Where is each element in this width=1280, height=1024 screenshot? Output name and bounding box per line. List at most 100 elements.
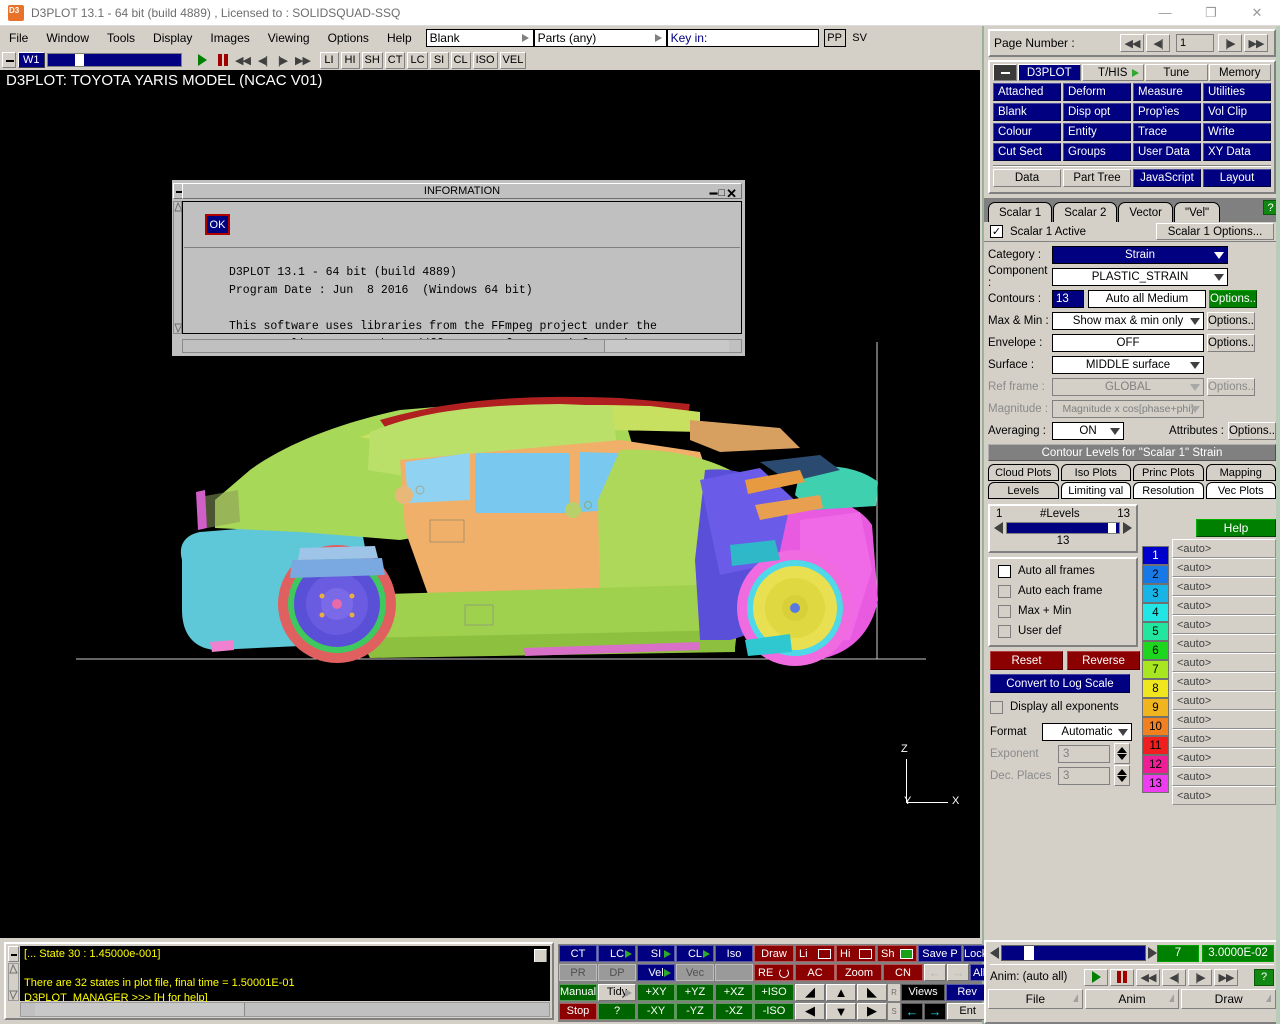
button-cut-sect[interactable]: Cut Sect bbox=[993, 143, 1061, 161]
button-blank[interactable]: Blank bbox=[993, 103, 1061, 121]
blank-dropdown[interactable]: Blank bbox=[425, 29, 534, 47]
button-write[interactable]: Write bbox=[1203, 123, 1271, 141]
check-display-exponents[interactable] bbox=[990, 700, 1003, 714]
button-deform[interactable]: Deform bbox=[1063, 83, 1131, 101]
contour-swatch-9[interactable]: 9 bbox=[1142, 698, 1169, 717]
attributes-options-button[interactable]: Options.. bbox=[1228, 421, 1276, 440]
button-groups[interactable]: Groups bbox=[1063, 143, 1131, 161]
contour-swatch-10[interactable]: 10 bbox=[1142, 717, 1169, 736]
prev-frame-icon[interactable]: ◀| bbox=[254, 52, 272, 68]
toolbar-btn-iso[interactable]: ISO bbox=[472, 51, 498, 69]
contour-value-7[interactable]: <auto> bbox=[1172, 653, 1276, 672]
button-user-data[interactable]: User Data bbox=[1133, 143, 1201, 161]
tab-scalar-2[interactable]: Scalar 2 bbox=[1053, 202, 1118, 222]
minimize-icon[interactable]: — bbox=[1142, 0, 1188, 26]
contour-value-3[interactable]: <auto> bbox=[1172, 577, 1276, 596]
maximize-icon[interactable]: ❐ bbox=[1188, 0, 1234, 26]
button-disp-opt[interactable]: Disp opt bbox=[1063, 103, 1131, 121]
tab-iso-plots[interactable]: Iso Plots bbox=[1060, 464, 1131, 481]
envelope-field[interactable]: OFF bbox=[1052, 333, 1204, 352]
module-collapse-button[interactable] bbox=[993, 64, 1017, 81]
menu-options[interactable]: Options bbox=[319, 29, 378, 47]
next-frame-icon[interactable]: |▶ bbox=[274, 52, 292, 68]
tab-memory[interactable]: Memory bbox=[1208, 64, 1271, 81]
tab-limiting-val[interactable]: Limiting val bbox=[1060, 482, 1131, 499]
contour-swatch-8[interactable]: 8 bbox=[1142, 679, 1169, 698]
dialog-minimize-icon[interactable]: ━ bbox=[710, 187, 718, 200]
page-prev-icon[interactable]: ◀| bbox=[1146, 34, 1170, 52]
cmd-plus-xy[interactable]: +XY bbox=[637, 983, 675, 1001]
cmd-manual[interactable]: Manual bbox=[559, 983, 597, 1001]
contour-value-12[interactable]: <auto> bbox=[1172, 748, 1276, 767]
category-dropdown[interactable]: Strain bbox=[1052, 245, 1228, 264]
animation-slider[interactable] bbox=[1001, 945, 1146, 961]
toolbar-btn-sh[interactable]: SH bbox=[361, 51, 383, 69]
contours-count-input[interactable]: 13 bbox=[1052, 289, 1084, 308]
cmd-si[interactable]: SI bbox=[637, 945, 675, 962]
cmd-iso[interactable]: Iso bbox=[715, 945, 753, 962]
cmd-zoom[interactable]: Zoom bbox=[836, 964, 882, 982]
contours-options-button[interactable]: Options.. bbox=[1209, 289, 1257, 308]
scrollbar-thumb[interactable] bbox=[604, 340, 729, 352]
page-first-icon[interactable]: ◀◀ bbox=[1120, 34, 1144, 52]
cmd-minus-xy[interactable]: -XY bbox=[637, 1002, 675, 1020]
menu-tools[interactable]: Tools bbox=[98, 29, 144, 47]
parts-dropdown[interactable]: Parts (any) bbox=[533, 29, 667, 47]
rotate-up-icon[interactable]: ▲ bbox=[826, 983, 856, 1001]
window-tag[interactable]: W1 bbox=[18, 52, 45, 68]
toolbar-btn-vel[interactable]: VEL bbox=[499, 51, 527, 69]
tab-princ-plots[interactable]: Princ Plots bbox=[1133, 464, 1204, 481]
cmd-plus-iso[interactable]: +ISO bbox=[754, 983, 794, 1001]
message-minimize-button[interactable] bbox=[8, 946, 19, 962]
contour-value-13[interactable]: <auto> bbox=[1172, 767, 1276, 786]
menu-help[interactable]: Help bbox=[378, 29, 421, 47]
animation-frame-number[interactable]: 7 bbox=[1157, 944, 1199, 962]
averaging-dropdown[interactable]: ON bbox=[1052, 421, 1124, 440]
message-vertical-scrollbar[interactable] bbox=[8, 963, 19, 1001]
rotate-down-icon[interactable]: ▼ bbox=[826, 1002, 856, 1020]
rotate-down-right-icon[interactable]: ◣ bbox=[857, 983, 887, 1001]
rotate-left-icon[interactable]: ◀ bbox=[795, 1002, 825, 1020]
cmd-rev[interactable]: Rev bbox=[946, 983, 989, 1001]
anim-last-icon[interactable]: ▶▶ bbox=[1214, 968, 1238, 986]
contour-swatch-1[interactable]: 1 bbox=[1142, 546, 1169, 565]
menu-images[interactable]: Images bbox=[201, 29, 258, 47]
cmd-minus-yz[interactable]: -YZ bbox=[676, 1002, 714, 1020]
anim-menu-file[interactable]: File bbox=[988, 989, 1083, 1009]
play-icon[interactable] bbox=[194, 52, 212, 68]
cmd-stop[interactable]: Stop bbox=[559, 1002, 597, 1020]
slider-knob[interactable] bbox=[74, 54, 84, 66]
cmd-cl[interactable]: CL bbox=[676, 945, 714, 962]
rotate-right-icon[interactable]: ▶ bbox=[857, 1002, 887, 1020]
dialog-titlebar[interactable]: INFORMATION ━ □ ✕ bbox=[182, 183, 742, 200]
scalar-active-checkbox[interactable]: ✓ bbox=[990, 225, 1003, 238]
cmd-tidy[interactable]: Tidy bbox=[598, 983, 636, 1001]
tab-resolution[interactable]: Resolution bbox=[1133, 482, 1204, 499]
cmd-back-arrow-icon[interactable]: ← bbox=[901, 1002, 923, 1020]
cmd-ent[interactable]: Ent bbox=[947, 1002, 989, 1020]
anim-help-icon[interactable]: ? bbox=[1254, 968, 1274, 986]
page-next-icon[interactable]: |▶ bbox=[1218, 34, 1242, 52]
maxmin-dropdown[interactable]: Show max & min only bbox=[1052, 311, 1204, 330]
reset-button[interactable]: Reset bbox=[990, 651, 1063, 670]
tab-scalar-1[interactable]: Scalar 1 bbox=[988, 202, 1053, 222]
tab-this[interactable]: T/HIS bbox=[1081, 64, 1144, 81]
cmd-ac[interactable]: AC bbox=[795, 964, 835, 982]
check-auto-all-frames-row[interactable]: Auto all frames bbox=[994, 561, 1132, 581]
toolbar-btn-cl[interactable]: CL bbox=[450, 51, 471, 69]
contour-swatch-3[interactable]: 3 bbox=[1142, 584, 1169, 603]
contours-mode-field[interactable]: Auto all Medium bbox=[1088, 289, 1206, 308]
pp-button[interactable]: PP bbox=[823, 29, 846, 47]
contour-swatch-11[interactable]: 11 bbox=[1142, 736, 1169, 755]
anim-play-icon[interactable] bbox=[1084, 968, 1108, 986]
contour-value-11[interactable]: <auto> bbox=[1172, 729, 1276, 748]
rotate-down-left-icon[interactable]: ◢ bbox=[795, 983, 825, 1001]
cmd-sh[interactable]: Sh bbox=[877, 945, 917, 962]
tab-vec-plots[interactable]: Vec Plots bbox=[1205, 482, 1276, 499]
cmd-cn[interactable]: CN bbox=[883, 964, 923, 982]
window-minimize-button[interactable] bbox=[2, 52, 16, 68]
pause-icon[interactable] bbox=[214, 52, 232, 68]
contour-swatch-2[interactable]: 2 bbox=[1142, 565, 1169, 584]
contour-swatch-4[interactable]: 4 bbox=[1142, 603, 1169, 622]
sv-button[interactable]: SV bbox=[849, 29, 871, 47]
